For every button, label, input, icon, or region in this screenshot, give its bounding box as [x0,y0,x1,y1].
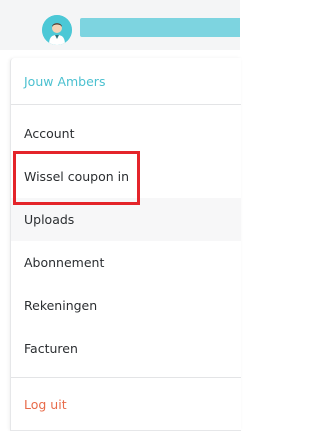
user-name-bar[interactable] [80,18,240,37]
menu-item-facturen[interactable]: Facturen [11,327,241,370]
menu-item-uploads[interactable]: Uploads [11,198,241,241]
dropdown-title: Jouw Ambers [11,58,241,105]
menu-item-account[interactable]: Account [11,112,241,155]
menu-item-wissel-coupon[interactable]: Wissel coupon in [11,155,241,198]
logout-link[interactable]: Log uit [11,384,241,424]
page: Jouw Ambers Account Wissel coupon in Upl… [0,0,241,431]
user-avatar-icon[interactable] [42,15,72,45]
menu-item-rekeningen[interactable]: Rekeningen [11,284,241,327]
avatar-illustration [42,15,72,45]
dropdown-menu: Account Wissel coupon in Uploads Abonnem… [11,112,241,370]
menu-item-abonnement[interactable]: Abonnement [11,241,241,284]
top-bar [0,0,240,50]
account-dropdown: Jouw Ambers Account Wissel coupon in Upl… [10,58,241,431]
menu-divider [11,377,241,378]
